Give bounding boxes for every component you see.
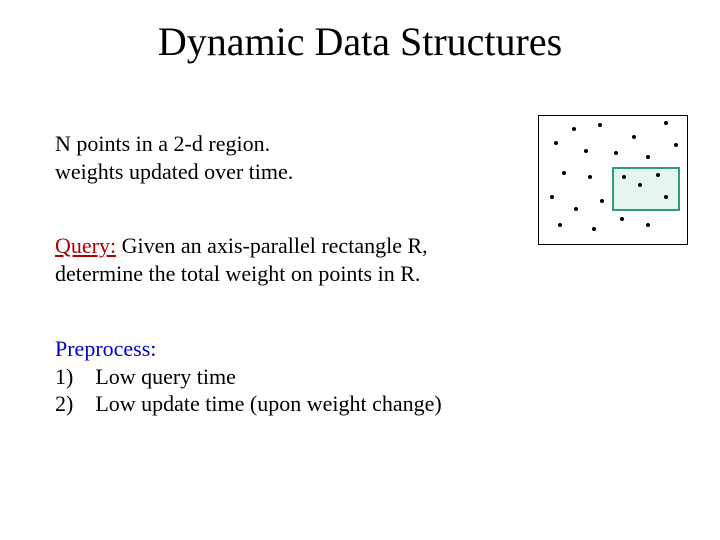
figure-2d-region bbox=[538, 115, 688, 245]
figure-point bbox=[638, 183, 642, 187]
intro-block: N points in a 2-d region. weights update… bbox=[55, 130, 475, 185]
figure-point bbox=[558, 223, 562, 227]
figure-point bbox=[584, 149, 588, 153]
query-label: Query: bbox=[55, 233, 116, 258]
figure-point bbox=[664, 195, 668, 199]
query-rectangle bbox=[612, 167, 680, 211]
figure-point bbox=[592, 227, 596, 231]
figure-point bbox=[646, 155, 650, 159]
figure-point bbox=[598, 123, 602, 127]
preprocess-label: Preprocess: bbox=[55, 335, 505, 363]
intro-line-1: N points in a 2-d region. bbox=[55, 130, 475, 158]
preprocess-block: Preprocess: 1) Low query time 2) Low upd… bbox=[55, 335, 505, 418]
figure-point bbox=[620, 217, 624, 221]
figure-point bbox=[646, 223, 650, 227]
figure-point bbox=[550, 195, 554, 199]
query-block: Query: Given an axis-parallel rectangle … bbox=[55, 232, 505, 287]
figure-point bbox=[622, 175, 626, 179]
figure-point bbox=[674, 143, 678, 147]
query-line-2: determine the total weight on points in … bbox=[55, 260, 505, 288]
figure-point bbox=[554, 141, 558, 145]
figure-point bbox=[562, 171, 566, 175]
intro-line-2: weights updated over time. bbox=[55, 158, 475, 186]
figure-point bbox=[572, 127, 576, 131]
preprocess-item-2: 2) Low update time (upon weight change) bbox=[55, 390, 505, 418]
figure-point bbox=[574, 207, 578, 211]
slide-title: Dynamic Data Structures bbox=[0, 18, 720, 65]
figure-point bbox=[588, 175, 592, 179]
figure-point bbox=[600, 199, 604, 203]
figure-point bbox=[632, 135, 636, 139]
figure-point bbox=[614, 151, 618, 155]
query-line-1: Query: Given an axis-parallel rectangle … bbox=[55, 232, 505, 260]
preprocess-item-1: 1) Low query time bbox=[55, 363, 505, 391]
slide: Dynamic Data Structures N points in a 2-… bbox=[0, 0, 720, 540]
query-line-1-rest: Given an axis-parallel rectangle R, bbox=[116, 233, 428, 258]
figure-point bbox=[656, 173, 660, 177]
figure-point bbox=[664, 121, 668, 125]
